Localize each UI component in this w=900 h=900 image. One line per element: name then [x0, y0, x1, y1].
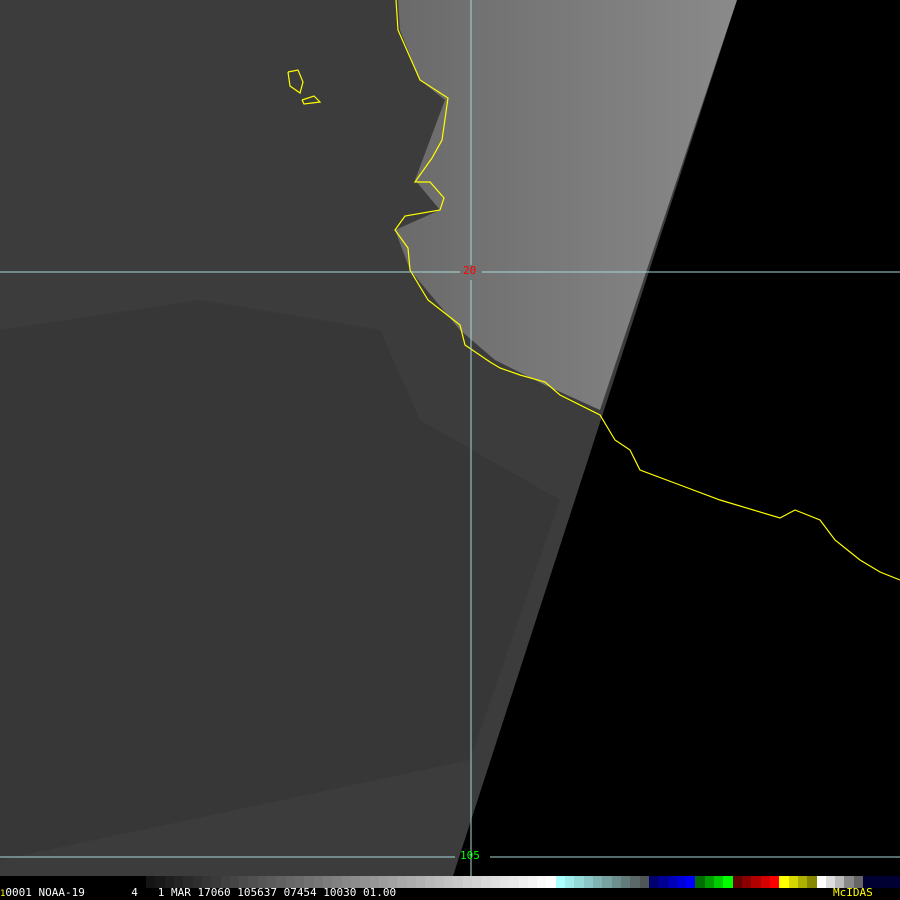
latitude-label: 20	[463, 264, 477, 277]
satellite-info: 0001 NOAA-19 4 1 MAR 17060 105637 07454 …	[5, 886, 397, 899]
satellite-image-viewer: 20 105 10001 NOAA-19 4 1 MAR 17060 10563…	[0, 0, 900, 900]
mcidas-logo: McIDAS	[833, 886, 873, 899]
satellite-image	[0, 0, 900, 888]
status-bar: 10001 NOAA-19 4 1 MAR 17060 105637 07454…	[0, 886, 900, 900]
longitude-label: 105	[460, 849, 480, 862]
